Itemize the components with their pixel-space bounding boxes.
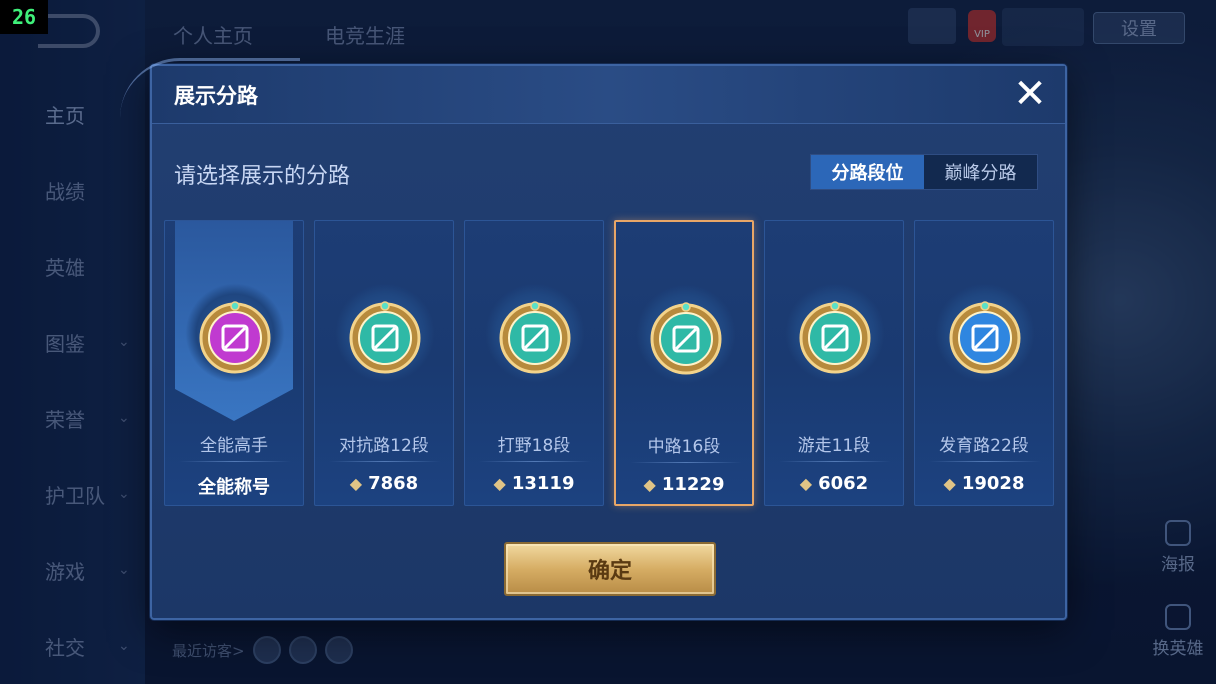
points-icon: ◆ [799,474,813,493]
confirm-button[interactable]: 确定 [504,542,716,596]
toggle-peak-lane[interactable]: 巅峰分路 [924,155,1037,189]
points-icon: ◆ [493,474,506,493]
mid-lane-emblem-icon [650,302,722,375]
divider [479,461,591,462]
lane-name: 对抗路12段 [339,436,429,456]
lane-score: ◆ 19028 [915,473,1053,494]
lane-display-dialog: 展示分路 ✕ 请选择展示的分路 分路段位 巅峰分路 全能高手 全能称号 对抗路12段… [120,58,1067,620]
toggle-lane-rank[interactable]: 分路段位 [811,155,924,189]
divider [329,461,441,462]
farm-lane-emblem-icon [949,301,1021,374]
divider [929,461,1041,462]
lane-score: ◆ 6062 [765,473,903,494]
lane-score-value: 全能称号 [198,477,270,498]
dialog-subtitle: 请选择展示的分路 [174,164,351,189]
lane-card[interactable]: 中路16段 ◆ 11229 [614,220,754,506]
lane-score: ◆ 11229 [616,474,752,495]
close-icon[interactable]: ✕ [1010,74,1050,114]
divider [630,462,742,463]
lane-name: 打野18段 [497,436,571,456]
lane-card[interactable]: 全能高手 全能称号 [164,220,304,506]
fps-counter: 26 [0,0,48,34]
points-icon: ◆ [349,474,363,493]
lane-score: 全能称号 [165,473,303,499]
all-round-emblem-icon [199,301,271,374]
lane-score-value: 7868 [368,473,419,494]
lane-score-value: 11229 [661,474,725,495]
lane-name: 发育路22段 [939,436,1029,456]
dialog-title: 展示分路 [174,84,258,108]
lane-card[interactable]: 游走11段 ◆ 6062 [764,220,904,506]
lane-card[interactable]: 对抗路12段 ◆ 7868 [314,220,454,506]
lane-name: 游走11段 [797,436,871,456]
divider [779,461,891,462]
lane-name: 中路16段 [647,437,721,457]
lane-score-value: 6062 [818,473,869,494]
lane-score-value: 13119 [511,473,575,494]
lane-score: ◆ 7868 [315,473,453,494]
lane-card[interactable]: 发育路22段 ◆ 19028 [914,220,1054,506]
jungle-emblem-icon [499,301,571,374]
clash-lane-emblem-icon [349,301,421,374]
points-icon: ◆ [943,474,956,493]
lane-name: 全能高手 [200,436,268,456]
roam-emblem-icon [799,301,871,374]
lane-score-value: 19028 [961,473,1025,494]
lane-card[interactable]: 打野18段 ◆ 13119 [464,220,604,506]
lane-score: ◆ 13119 [465,473,603,494]
points-icon: ◆ [643,475,656,494]
dialog-header: 展示分路 ✕ [120,58,1065,124]
mode-toggle: 分路段位 巅峰分路 [810,154,1038,190]
divider [179,461,291,462]
